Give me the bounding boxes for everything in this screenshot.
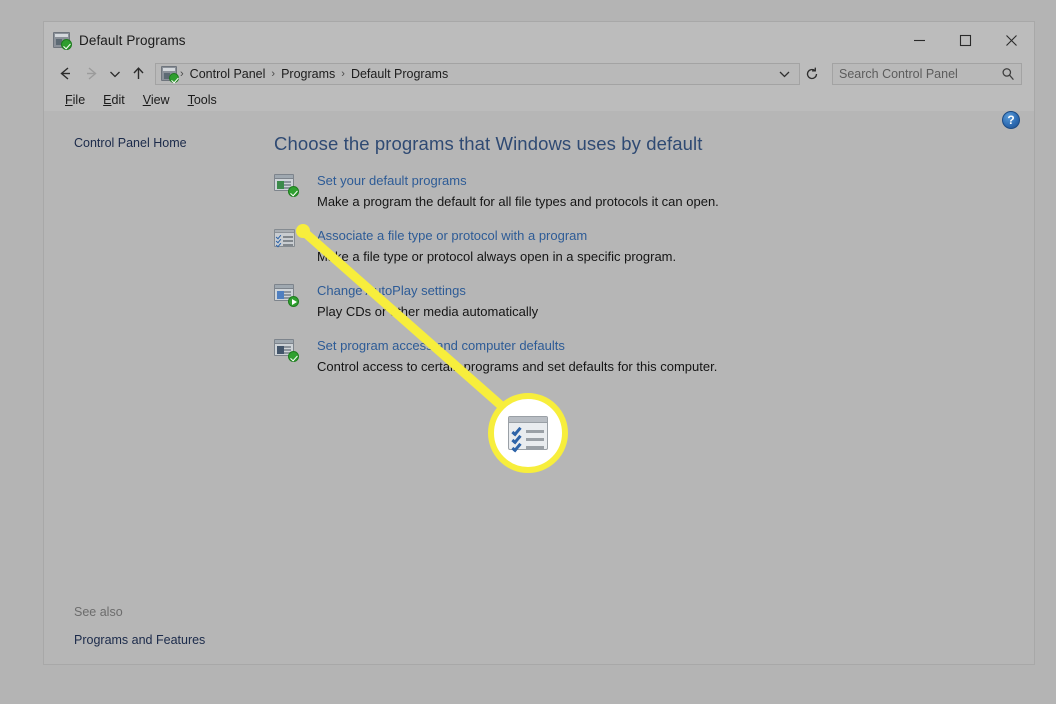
program-access-icon [274,339,299,362]
menu-file-accel: F [65,93,73,107]
minimize-button[interactable] [896,22,942,58]
window-controls [896,22,1034,58]
refresh-icon[interactable] [800,63,824,85]
control-panel-icon [161,66,179,83]
search-box[interactable] [832,62,1022,85]
menu-view-label: iew [150,93,170,107]
task-description: Control access to certain programs and s… [317,359,718,374]
maximize-button[interactable] [942,22,988,58]
sidebar-item-control-panel-home[interactable]: Control Panel Home [44,133,266,153]
menu-view-accel: V [142,93,151,107]
breadcrumb-dropdown-icon[interactable] [774,70,795,78]
menu-bar: File Edit View Tools [44,89,1034,111]
task-description: Make a file type or protocol always open… [317,249,677,264]
control-panel-icon [53,32,72,50]
file-association-checklist-icon [274,229,296,249]
task-item-set-program-access[interactable]: Set program access and computer defaults… [266,337,1034,392]
menu-tools-label: ools [193,93,217,107]
default-programs-icon [274,174,299,197]
task-item-set-default-programs[interactable]: Set your default programs Make a program… [266,172,1034,227]
content-pane: ? Choose the programs that Windows uses … [266,111,1034,664]
task-item-associate-file-type[interactable]: Associate a file type or protocol with a… [266,227,1034,282]
breadcrumb-item-control-panel[interactable]: Control Panel [185,67,271,81]
help-icon[interactable]: ? [1002,111,1020,129]
menu-file-label: ile [72,93,86,107]
menu-edit-accel: E [103,93,112,107]
see-also-section: See also Programs and Features [44,605,266,650]
window-title-bar: Default Programs [44,22,1034,58]
task-description: Play CDs or other media automatically [317,304,539,319]
menu-view[interactable]: View [134,91,179,109]
sidebar-item-programs-and-features[interactable]: Programs and Features [44,630,266,650]
task-link[interactable]: Associate a file type or protocol with a… [317,227,676,244]
menu-edit[interactable]: Edit [94,91,134,109]
task-link[interactable]: Set program access and computer defaults [317,337,717,354]
sidebar: Control Panel Home See also Programs and… [44,111,266,664]
task-item-change-autoplay-settings[interactable]: Change AutoPlay settings Play CDs or oth… [266,282,1034,337]
task-link[interactable]: Set your default programs [317,172,719,189]
window-title: Default Programs [79,32,186,48]
task-link[interactable]: Change AutoPlay settings [317,282,538,299]
window-body: Control Panel Home See also Programs and… [44,111,1034,664]
menu-file[interactable]: File [56,91,94,109]
task-list: Set your default programs Make a program… [266,172,1034,392]
back-arrow-icon[interactable] [52,62,78,86]
search-icon[interactable] [1001,67,1015,81]
address-bar: › Control Panel › Programs › Default Pro… [44,58,1034,89]
breadcrumb-item-programs[interactable]: Programs [276,67,340,81]
close-button[interactable] [988,22,1034,58]
task-description: Make a program the default for all file … [317,194,719,209]
autoplay-icon [274,284,299,307]
up-arrow-icon[interactable] [125,62,151,86]
breadcrumb[interactable]: › Control Panel › Programs › Default Pro… [155,62,800,85]
search-input[interactable] [839,66,1001,81]
page-title: Choose the programs that Windows uses by… [274,133,703,154]
control-panel-window: Default Programs › Control Panel › Progr… [44,22,1034,664]
forward-arrow-icon [78,62,104,86]
breadcrumb-item-default-programs[interactable]: Default Programs [346,67,453,81]
menu-edit-label: dit [111,93,125,107]
recent-locations-chevron-icon[interactable] [104,62,125,86]
see-also-label: See also [74,605,123,619]
menu-tools[interactable]: Tools [179,91,226,109]
